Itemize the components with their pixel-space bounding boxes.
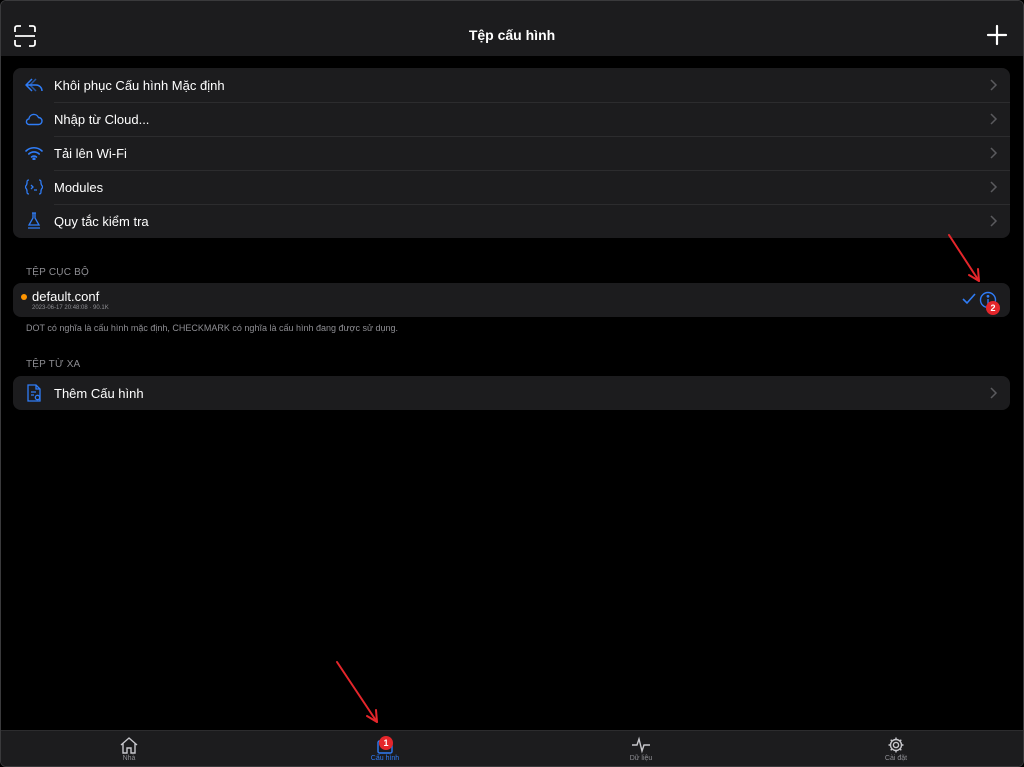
annotation-arrow-icon bbox=[948, 234, 980, 282]
wifi-icon bbox=[24, 143, 44, 163]
restore-icon bbox=[24, 75, 44, 95]
modules-row[interactable]: Modules bbox=[13, 170, 1010, 204]
tab-config-label: Cấu hình bbox=[370, 755, 400, 762]
home-icon bbox=[120, 737, 138, 754]
local-files-header: TỆP CỤC BỘ bbox=[26, 267, 89, 278]
settings-icon bbox=[888, 737, 904, 753]
import-cloud-row[interactable]: Nhập từ Cloud... bbox=[13, 102, 1010, 136]
tab-home[interactable]: Nhà bbox=[99, 736, 159, 762]
chevron-right-icon bbox=[990, 113, 998, 125]
test-rules-icon bbox=[24, 211, 44, 231]
page-title: Tệp cấu hình bbox=[468, 27, 556, 43]
app-window: Tệp cấu hình Khôi phục Cấu hình Mặc định… bbox=[0, 0, 1024, 767]
wifi-upload-label: Tải lên Wi-Fi bbox=[54, 145, 127, 161]
tab-settings[interactable]: Cài đặt bbox=[866, 736, 926, 762]
remote-group: Thêm Cấu hình bbox=[13, 376, 1010, 410]
tab-data[interactable]: Dữ liệu bbox=[611, 736, 671, 762]
tab-home-label: Nhà bbox=[122, 755, 136, 762]
restore-default-label: Khôi phục Cấu hình Mặc định bbox=[54, 77, 225, 93]
chevron-right-icon bbox=[990, 181, 998, 193]
annotation-badge-1: 1 bbox=[379, 736, 393, 750]
chevron-right-icon bbox=[990, 215, 998, 227]
chevron-right-icon bbox=[990, 387, 998, 399]
restore-default-row[interactable]: Khôi phục Cấu hình Mặc định bbox=[13, 68, 1010, 102]
test-rules-row[interactable]: Quy tắc kiểm tra bbox=[13, 204, 1010, 238]
tab-data-label: Dữ liệu bbox=[629, 755, 653, 762]
data-icon bbox=[632, 736, 650, 754]
plus-icon[interactable] bbox=[985, 23, 1009, 47]
chevron-right-icon bbox=[990, 79, 998, 91]
tab-settings-label: Cài đặt bbox=[884, 755, 908, 762]
import-cloud-label: Nhập từ Cloud... bbox=[54, 111, 150, 127]
navigation-bar: Tệp cấu hình bbox=[1, 1, 1023, 56]
modules-label: Modules bbox=[54, 179, 104, 195]
checkmark-icon bbox=[962, 293, 976, 305]
legend-footnote: DOT có nghĩa là cấu hình mặc định, CHECK… bbox=[26, 323, 398, 333]
chevron-right-icon bbox=[990, 147, 998, 159]
modules-icon bbox=[24, 177, 44, 197]
tab-config[interactable]: 1 Cấu hình bbox=[355, 736, 415, 762]
wifi-upload-row[interactable]: Tải lên Wi-Fi bbox=[13, 136, 1010, 170]
actions-group: Khôi phục Cấu hình Mặc định Nhập từ Clou… bbox=[13, 68, 1010, 238]
file-meta: 2023-06-17 20:48:08 · 90.1K bbox=[32, 305, 109, 311]
cloud-icon bbox=[24, 109, 44, 129]
add-document-icon bbox=[24, 383, 44, 403]
tab-bar: Nhà 1 Cấu hình Dữ liệu Cài đặt bbox=[1, 730, 1023, 766]
default-dot-icon bbox=[21, 294, 27, 300]
annotation-badge-2: 2 bbox=[986, 301, 1000, 315]
file-row-default-conf[interactable]: default.conf 2023-06-17 20:48:08 · 90.1K… bbox=[13, 283, 1010, 317]
add-config-row[interactable]: Thêm Cấu hình bbox=[13, 376, 1010, 410]
file-name: default.conf bbox=[32, 289, 100, 304]
add-config-label: Thêm Cấu hình bbox=[54, 385, 144, 401]
test-rules-label: Quy tắc kiểm tra bbox=[54, 213, 149, 229]
remote-files-header: TỆP TỪ XA bbox=[26, 359, 81, 370]
annotation-arrow-icon bbox=[336, 661, 378, 723]
